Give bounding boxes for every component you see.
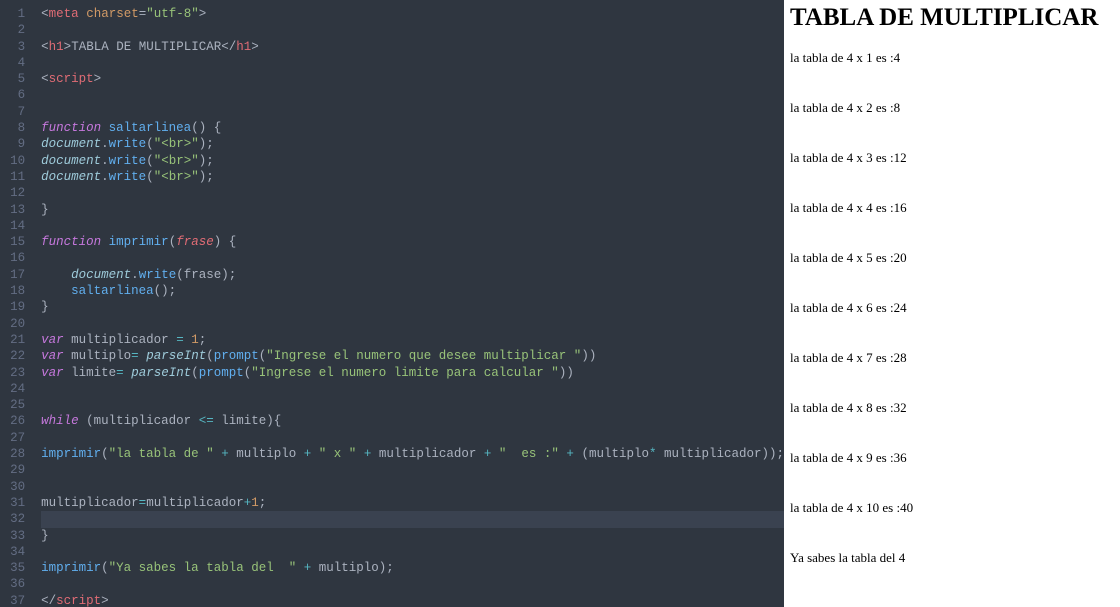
line-number: 9 xyxy=(0,136,25,152)
line-number: 31 xyxy=(0,495,25,511)
code-line[interactable]: <script> xyxy=(41,71,784,87)
line-number: 32 xyxy=(0,511,25,527)
code-line[interactable] xyxy=(41,104,784,120)
line-number: 2 xyxy=(0,22,25,38)
line-number: 36 xyxy=(0,576,25,592)
preview-line: la tabla de 4 x 10 es :40 xyxy=(790,500,1114,516)
code-line[interactable] xyxy=(41,544,784,560)
code-line[interactable]: } xyxy=(41,299,784,315)
code-line[interactable]: while (multiplicador <= limite){ xyxy=(41,413,784,429)
line-number: 1 xyxy=(0,6,25,22)
line-number: 27 xyxy=(0,430,25,446)
line-number: 16 xyxy=(0,250,25,266)
preview-output: la tabla de 4 x 1 es :4 la tabla de 4 x 2… xyxy=(790,50,1114,566)
line-number: 7 xyxy=(0,104,25,120)
line-number: 3 xyxy=(0,39,25,55)
preview-line: la tabla de 4 x 8 es :32 xyxy=(790,400,1114,416)
code-line[interactable]: function imprimir(frase) { xyxy=(41,234,784,250)
line-number: 24 xyxy=(0,381,25,397)
line-number: 33 xyxy=(0,528,25,544)
line-number: 14 xyxy=(0,218,25,234)
code-line[interactable] xyxy=(41,55,784,71)
code-line[interactable] xyxy=(41,511,784,527)
code-line[interactable]: var multiplicador = 1; xyxy=(41,332,784,348)
line-number: 23 xyxy=(0,365,25,381)
code-line[interactable]: </script> xyxy=(41,593,784,607)
line-number: 18 xyxy=(0,283,25,299)
preview-line: la tabla de 4 x 5 es :20 xyxy=(790,250,1114,266)
code-line[interactable]: document.write("<br>"); xyxy=(41,153,784,169)
code-line[interactable]: var limite= parseInt(prompt("Ingrese el … xyxy=(41,365,784,381)
code-line[interactable] xyxy=(41,462,784,478)
line-number: 19 xyxy=(0,299,25,315)
preview-line: la tabla de 4 x 3 es :12 xyxy=(790,150,1114,166)
code-line[interactable] xyxy=(41,430,784,446)
code-line[interactable] xyxy=(41,87,784,103)
line-number: 11 xyxy=(0,169,25,185)
line-number: 8 xyxy=(0,120,25,136)
preview-line: la tabla de 4 x 1 es :4 xyxy=(790,50,1114,66)
line-number: 30 xyxy=(0,479,25,495)
line-number: 13 xyxy=(0,202,25,218)
line-number: 35 xyxy=(0,560,25,576)
code-line[interactable]: multiplicador=multiplicador+1; xyxy=(41,495,784,511)
code-line[interactable]: } xyxy=(41,202,784,218)
browser-preview: TABLA DE MULTIPLICAR la tabla de 4 x 1 e… xyxy=(784,0,1120,607)
preview-line: la tabla de 4 x 4 es :16 xyxy=(790,200,1114,216)
line-number: 4 xyxy=(0,55,25,71)
code-line[interactable]: document.write("<br>"); xyxy=(41,169,784,185)
line-number: 22 xyxy=(0,348,25,364)
line-number: 21 xyxy=(0,332,25,348)
line-number: 17 xyxy=(0,267,25,283)
code-line[interactable] xyxy=(41,22,784,38)
code-line[interactable] xyxy=(41,218,784,234)
line-number: 5 xyxy=(0,71,25,87)
line-number: 6 xyxy=(0,87,25,103)
code-line[interactable]: <h1>TABLA DE MULTIPLICAR</h1> xyxy=(41,39,784,55)
line-number: 12 xyxy=(0,185,25,201)
code-line[interactable] xyxy=(41,250,784,266)
code-line[interactable]: var multiplo= parseInt(prompt("Ingrese e… xyxy=(41,348,784,364)
code-line[interactable]: imprimir("la tabla de " + multiplo + " x… xyxy=(41,446,784,462)
preview-line: Ya sabes la tabla del 4 xyxy=(790,550,1114,566)
code-line[interactable] xyxy=(41,576,784,592)
line-number: 26 xyxy=(0,413,25,429)
code-line[interactable] xyxy=(41,397,784,413)
code-line[interactable]: function saltarlinea() { xyxy=(41,120,784,136)
line-number: 20 xyxy=(0,316,25,332)
line-number: 34 xyxy=(0,544,25,560)
code-area[interactable]: <meta charset="utf-8"> <h1>TABLA DE MULTI… xyxy=(33,0,784,607)
code-line[interactable]: document.write(frase); xyxy=(41,267,784,283)
code-line[interactable] xyxy=(41,316,784,332)
line-number: 25 xyxy=(0,397,25,413)
preview-line: la tabla de 4 x 9 es :36 xyxy=(790,450,1114,466)
code-line[interactable]: imprimir("Ya sabes la tabla del " + mult… xyxy=(41,560,784,576)
code-line[interactable] xyxy=(41,479,784,495)
line-number: 10 xyxy=(0,153,25,169)
preview-heading: TABLA DE MULTIPLICAR xyxy=(790,4,1114,32)
code-line[interactable] xyxy=(41,381,784,397)
line-number: 15 xyxy=(0,234,25,250)
line-number: 29 xyxy=(0,462,25,478)
code-line[interactable]: document.write("<br>"); xyxy=(41,136,784,152)
preview-line: la tabla de 4 x 2 es :8 xyxy=(790,100,1114,116)
code-line[interactable]: } xyxy=(41,528,784,544)
preview-line: la tabla de 4 x 7 es :28 xyxy=(790,350,1114,366)
preview-line: la tabla de 4 x 6 es :24 xyxy=(790,300,1114,316)
code-line[interactable]: saltarlinea(); xyxy=(41,283,784,299)
code-editor[interactable]: 1234567891011121314151617181920212223242… xyxy=(0,0,784,607)
code-line[interactable] xyxy=(41,185,784,201)
code-line[interactable]: <meta charset="utf-8"> xyxy=(41,6,784,22)
line-number: 28 xyxy=(0,446,25,462)
line-number: 37 xyxy=(0,593,25,607)
line-number-gutter: 1234567891011121314151617181920212223242… xyxy=(0,0,33,607)
